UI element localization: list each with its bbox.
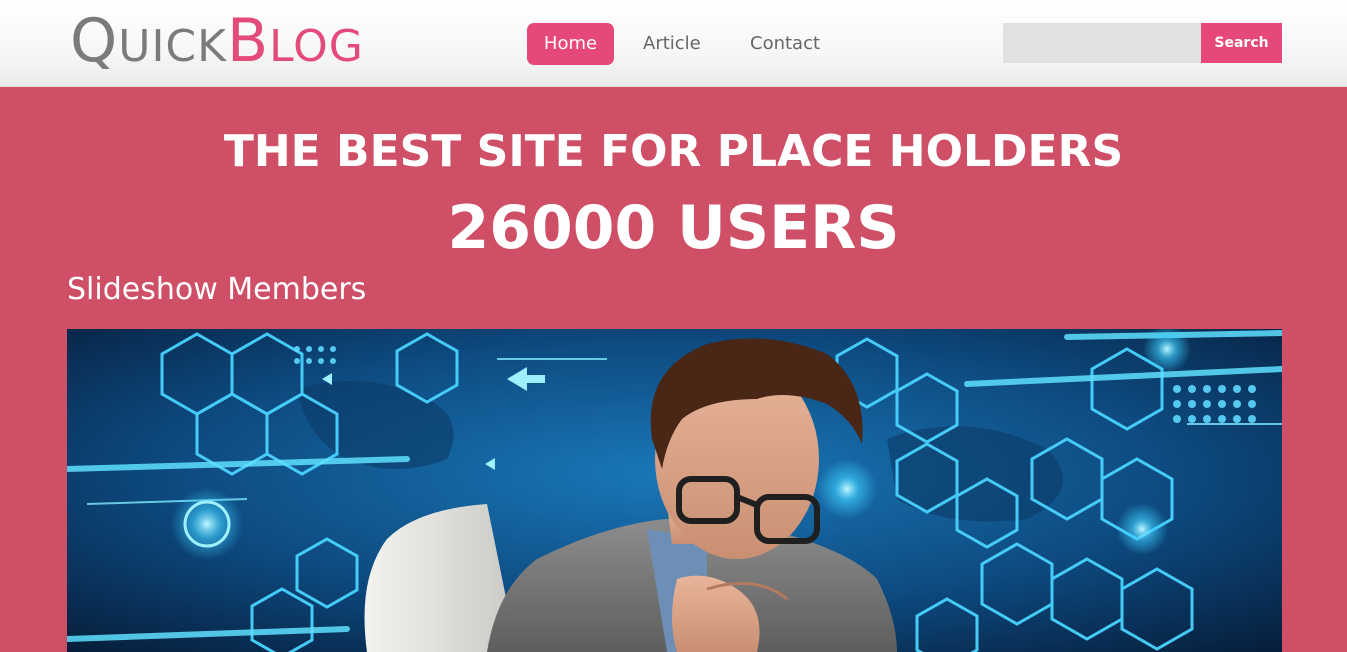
search-input[interactable]: [1003, 23, 1201, 63]
logo-blog-rest: LOG: [269, 21, 364, 72]
hero-title: THE BEST SITE FOR PLACE HOLDERS: [223, 126, 1124, 177]
slideshow-title: Slideshow Members: [67, 272, 367, 307]
site-logo[interactable]: QUICKBLOG: [70, 4, 364, 78]
site-header: QUICKBLOG Home Article Contact Search: [0, 0, 1347, 87]
slideshow-illustration: [67, 329, 1282, 652]
hero-user-count: 26000 USERS: [447, 193, 900, 263]
logo-blog-initial: B: [227, 6, 270, 76]
slideshow-image[interactable]: [67, 329, 1282, 652]
logo-quick-rest: UICK: [118, 21, 227, 72]
nav-home-link[interactable]: Home: [527, 23, 614, 65]
nav-contact-link[interactable]: Contact: [750, 23, 820, 65]
search-button[interactable]: Search: [1201, 23, 1282, 63]
nav-article-link[interactable]: Article: [643, 23, 701, 65]
logo-quick-initial: Q: [70, 6, 119, 76]
